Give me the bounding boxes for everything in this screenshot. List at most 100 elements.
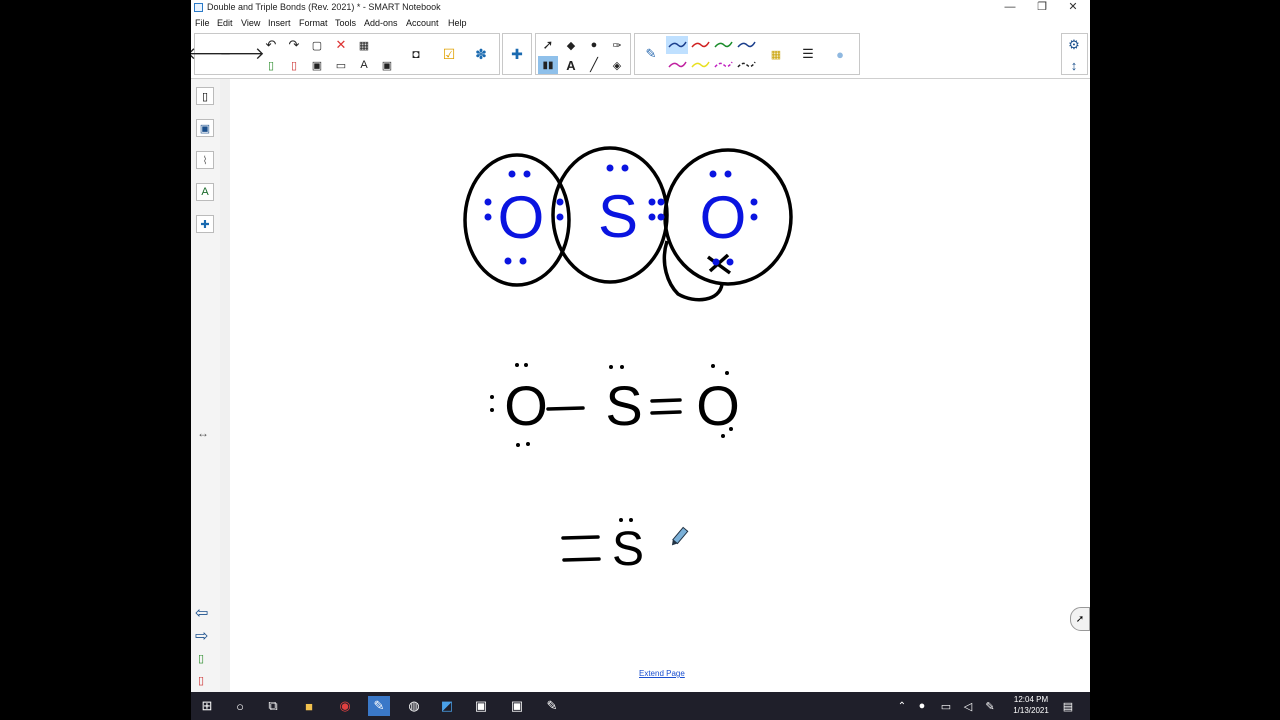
- clock[interactable]: 12:04 PM 1/13/2021: [1001, 694, 1061, 716]
- undo-icon[interactable]: ↶: [261, 36, 281, 54]
- network-icon[interactable]: ▭: [935, 696, 957, 716]
- whiteboard-canvas[interactable]: O S O O S O S: [230, 79, 1088, 692]
- shapes-icon[interactable]: ◆: [561, 36, 581, 54]
- menu-insert[interactable]: Insert: [268, 18, 291, 28]
- redo-icon[interactable]: ↷: [284, 36, 304, 54]
- text-tool-icon[interactable]: A: [354, 56, 374, 74]
- previous-page-icon[interactable]: ⇦: [195, 603, 208, 623]
- fill-icon[interactable]: ●: [584, 36, 604, 54]
- app-icon: [194, 3, 203, 12]
- add-page-icon[interactable]: ▯: [261, 56, 281, 74]
- tray-chevron-icon[interactable]: ⌃: [891, 696, 913, 716]
- menu-addons[interactable]: Add-ons: [364, 18, 398, 28]
- table-icon[interactable]: ▦: [354, 36, 374, 54]
- clock-time: 12:04 PM: [1013, 695, 1049, 704]
- close-button[interactable]: ✕: [1057, 0, 1089, 16]
- photos-icon[interactable]: ◩: [436, 696, 458, 716]
- forward-arrow-icon[interactable]: 🡒: [219, 44, 265, 63]
- toolbar-group-pens: ✎ ▦ ☰ ●: [634, 33, 860, 75]
- menu-tools[interactable]: Tools: [335, 18, 356, 28]
- menu-account[interactable]: Account: [406, 18, 439, 28]
- pen-cursor-icon: [671, 526, 689, 546]
- line2-double-bottom: [562, 557, 601, 562]
- select-mode-toggle[interactable]: ➚: [1070, 607, 1090, 631]
- addons-icon[interactable]: ✽: [471, 45, 491, 63]
- line-style-icon[interactable]: ☰: [798, 45, 818, 63]
- double-bond-bottom: [650, 410, 682, 415]
- volume-icon[interactable]: ◁: [957, 696, 979, 716]
- notifications-icon[interactable]: ▤: [1057, 696, 1079, 716]
- eraser-pen-icon[interactable]: ✑: [607, 36, 627, 54]
- struct-s: S: [605, 374, 642, 437]
- app3-icon[interactable]: ▣: [506, 696, 528, 716]
- pencil-icon[interactable]: ✎: [641, 45, 661, 63]
- app4-icon[interactable]: ✎: [541, 696, 563, 716]
- double-bond-top: [650, 398, 682, 403]
- delete-page-small-icon[interactable]: ▯: [198, 674, 204, 687]
- menu-bar: File Edit View Insert Format Tools Add-o…: [191, 16, 1090, 30]
- lewis-structure-line2: S: [612, 523, 644, 576]
- taskbar: ⊞ ○ ⧉ ■ ◉ ✎ ◍ ◩ ▣ ▣ ✎ ⌃ ● ▭ ◁ ✎ 12:04 PM…: [191, 692, 1090, 720]
- addons-puzzle-icon[interactable]: ✚: [196, 215, 214, 233]
- screen-capture-icon[interactable]: ▣: [377, 56, 397, 74]
- toolbar-group-edit: 🡐 🡒 ↶ ↷ ▢ ✕ ▦ ▯ ▯ ▣ ▭ A ▣ ◘ ☑ ✽: [191, 33, 500, 75]
- back-arrow-icon[interactable]: 🡐: [191, 44, 232, 63]
- atom-o-right: O: [700, 184, 747, 251]
- paste-icon[interactable]: ▢: [307, 36, 327, 54]
- toolbar-group-addons: ✚: [502, 33, 532, 75]
- attachments-icon[interactable]: ⌇: [196, 151, 214, 169]
- app-icon[interactable]: ◍: [403, 696, 425, 716]
- windows-start-icon[interactable]: ⊞: [196, 696, 218, 716]
- chrome-icon[interactable]: ◉: [334, 696, 356, 716]
- text-a-icon[interactable]: A: [561, 56, 581, 74]
- line2-double-top: [561, 535, 600, 540]
- fill-effects-icon[interactable]: ●: [830, 45, 850, 63]
- title-bar: Double and Triple Bonds (Rev. 2021) * - …: [191, 0, 1090, 16]
- search-icon[interactable]: ○: [229, 696, 251, 716]
- file-explorer-icon[interactable]: ■: [298, 696, 320, 716]
- sidebar-resize-icon[interactable]: ↔: [197, 426, 209, 440]
- settings-icon[interactable]: ⚙: [1064, 36, 1084, 54]
- minimize-button[interactable]: —: [994, 0, 1026, 16]
- page-sorter-icon[interactable]: ▯: [196, 87, 214, 105]
- window-title: Double and Triple Bonds (Rev. 2021) * - …: [207, 2, 441, 12]
- next-page-icon[interactable]: ⇨: [195, 626, 208, 646]
- gallery-icon[interactable]: ▣: [196, 119, 214, 137]
- toolbar: 🡐 🡒 ↶ ↷ ▢ ✕ ▦ ▯ ▯ ▣ ▭ A ▣ ◘ ☑ ✽ ✚ ➚ ◆ ● …: [191, 30, 1090, 79]
- extend-page-link[interactable]: Extend Page: [639, 669, 685, 678]
- sidebar: ▯ ▣ ⌇ A ✚ ↔ ⇦ ⇨ ▯ ▯: [191, 79, 221, 692]
- capture-icon[interactable]: ◘: [406, 45, 426, 63]
- menu-format[interactable]: Format: [299, 18, 328, 28]
- restore-button[interactable]: ❐: [1026, 0, 1058, 16]
- select-icon[interactable]: ➚: [538, 36, 558, 54]
- toolbar-move-icon[interactable]: ↕: [1064, 56, 1084, 74]
- properties-icon[interactable]: A: [196, 183, 214, 201]
- response-icon[interactable]: ☑: [439, 45, 459, 63]
- atom-o-left: O: [498, 184, 545, 251]
- puzzle-icon[interactable]: ✚: [507, 45, 527, 63]
- app2-icon[interactable]: ▣: [470, 696, 492, 716]
- menu-help[interactable]: Help: [448, 18, 467, 28]
- struct-o-left: O: [504, 374, 548, 437]
- smart-notebook-icon[interactable]: ✎: [368, 696, 390, 716]
- drawing-layer: O S O O S O S: [463, 146, 793, 576]
- menu-view[interactable]: View: [241, 18, 260, 28]
- microphone-icon[interactable]: ●: [911, 696, 933, 716]
- struct2-s: S: [612, 523, 644, 576]
- delete-icon[interactable]: ✕: [331, 36, 351, 54]
- task-view-icon[interactable]: ⧉: [262, 696, 284, 716]
- vertical-scrollbar[interactable]: [220, 79, 230, 692]
- pen-icon[interactable]: ▮▮: [538, 56, 558, 74]
- eraser-icon[interactable]: ◈: [607, 56, 627, 74]
- blue-atoms: O S O: [498, 183, 747, 251]
- menu-edit[interactable]: Edit: [217, 18, 233, 28]
- menu-file[interactable]: File: [195, 18, 210, 28]
- screen-shade-icon[interactable]: ▭: [331, 56, 351, 74]
- single-bond: [546, 406, 585, 411]
- delete-page-icon[interactable]: ▯: [284, 56, 304, 74]
- color-palette-icon[interactable]: ▦: [766, 45, 786, 63]
- line-icon[interactable]: ╱: [584, 56, 604, 74]
- pen-tray-icon[interactable]: ✎: [979, 696, 1001, 716]
- add-page-small-icon[interactable]: ▯: [198, 652, 204, 665]
- save-icon[interactable]: ▣: [307, 56, 327, 74]
